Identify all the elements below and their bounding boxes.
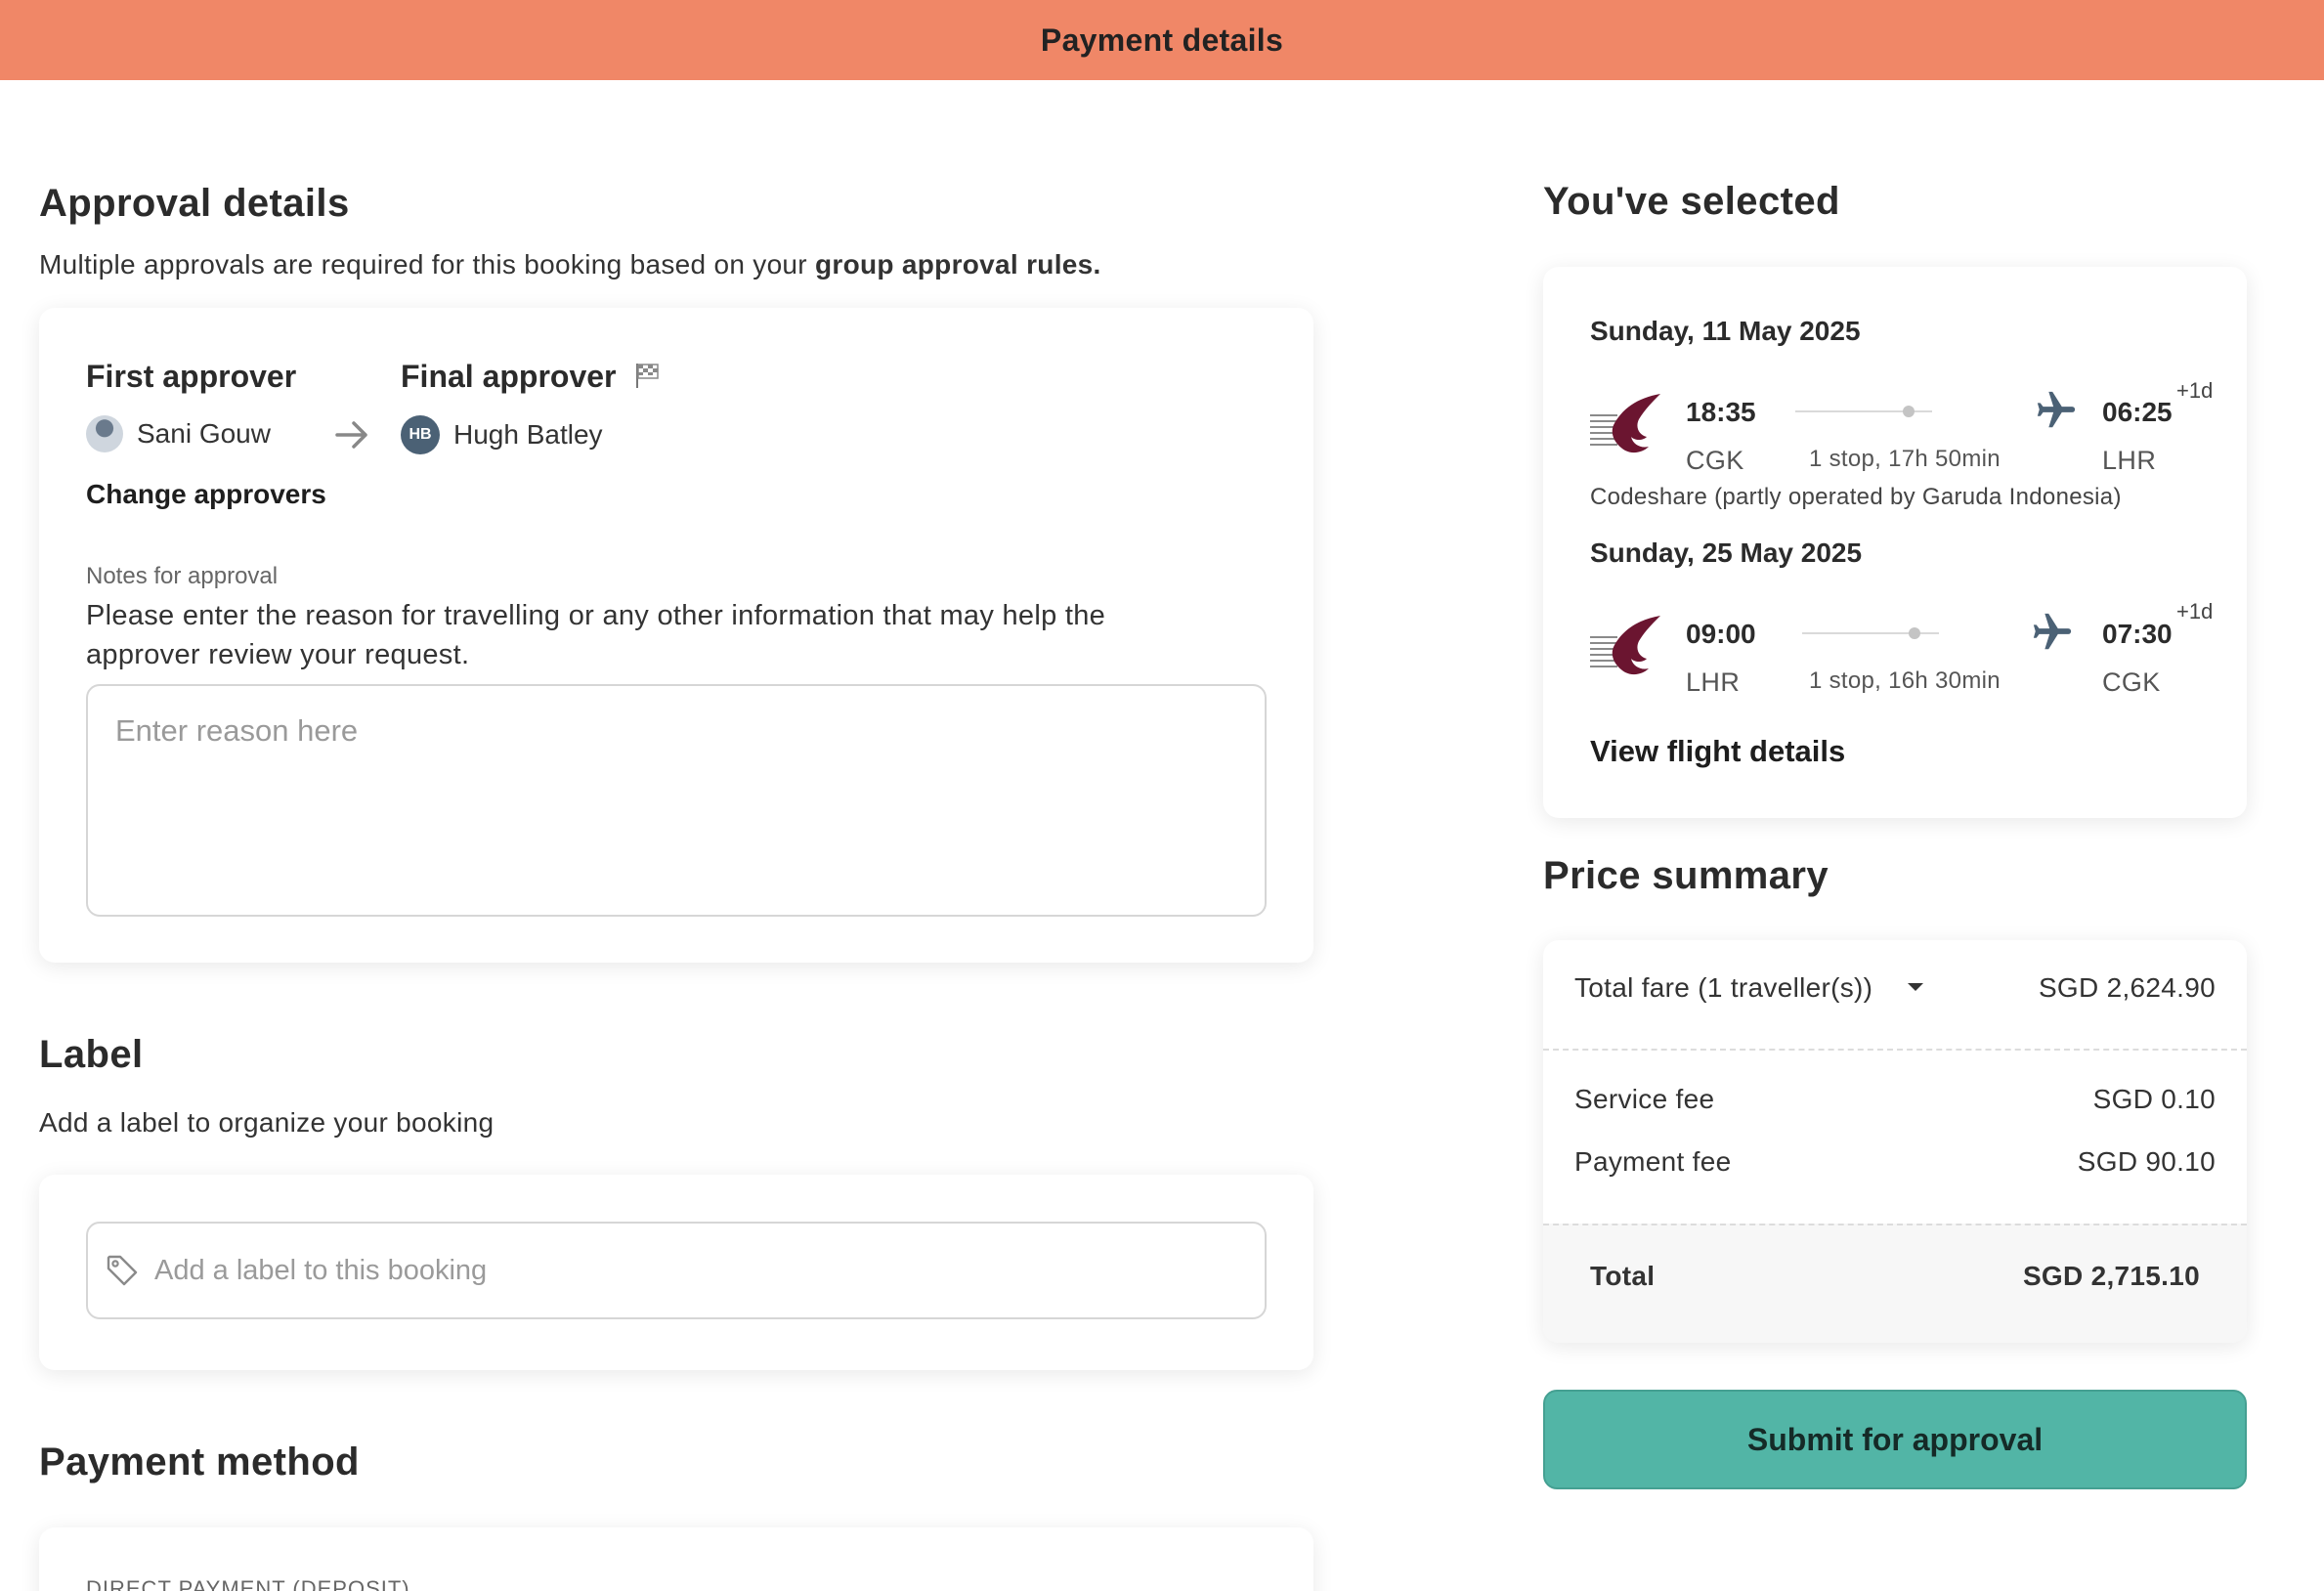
caret-down-icon xyxy=(1908,983,1924,991)
inbound-day-offset: +1d xyxy=(2176,599,2214,624)
label-title: Label xyxy=(39,1033,144,1076)
flag-icon xyxy=(636,364,660,388)
selected-title: You've selected xyxy=(1543,180,1840,223)
final-approver-label-text: Final approver xyxy=(401,359,617,394)
payment-method-title: Payment method xyxy=(39,1440,360,1484)
price-summary-card: Total fare (1 traveller(s)) SGD 2,624.90… xyxy=(1543,940,2247,1343)
divider xyxy=(1543,1224,2247,1226)
approval-subtitle-text: Multiple approvals are required for this… xyxy=(39,249,816,280)
label-field[interactable] xyxy=(86,1222,1267,1319)
approval-card: First approver Sani Gouw Final approver … xyxy=(39,308,1313,963)
label-input[interactable] xyxy=(154,1254,1132,1287)
payment-fee-label: Payment fee xyxy=(1574,1146,1732,1177)
outbound-depart-time: 18:35 xyxy=(1686,397,1756,427)
outbound-depart-code: CGK xyxy=(1686,446,1744,475)
avatar: HB xyxy=(401,415,440,454)
label-subtitle: Add a label to organize your booking xyxy=(39,1107,495,1138)
final-approver: HB Hugh Batley xyxy=(401,415,603,454)
notes-label: Notes for approval xyxy=(86,563,279,589)
view-flight-details-link[interactable]: View flight details xyxy=(1590,734,1845,769)
inbound-arrive-time: 07:30 xyxy=(2102,619,2173,649)
flight-summary-card: Sunday, 11 May 2025 18:35 CGK 1 stop, 17… xyxy=(1543,267,2247,818)
outbound-arrive-code: LHR xyxy=(2102,446,2157,475)
notes-line: approver review your request. xyxy=(86,639,470,670)
stop-dot xyxy=(1909,627,1920,639)
outbound-day-offset: +1d xyxy=(2176,378,2214,403)
final-approver-name: Hugh Batley xyxy=(453,419,603,450)
first-approver: Sani Gouw xyxy=(86,415,271,452)
approval-title: Approval details xyxy=(39,182,350,225)
qatar-airways-logo xyxy=(1590,394,1660,453)
codeshare-note: Codeshare (partly operated by Garuda Ind… xyxy=(1590,484,2122,510)
reason-textarea[interactable] xyxy=(86,684,1267,917)
total-fare-value: SGD 2,624.90 xyxy=(2038,972,2216,1003)
inbound-depart-code: LHR xyxy=(1686,667,1741,697)
tag-icon xyxy=(107,1255,138,1286)
arrow-right-icon xyxy=(335,421,367,449)
payment-card: DIRECT PAYMENT (DEPOSIT) xyxy=(39,1527,1313,1591)
divider xyxy=(1543,1049,2247,1051)
submit-for-approval-button[interactable]: Submit for approval xyxy=(1543,1390,2247,1489)
final-approver-label: Final approver xyxy=(401,359,660,395)
outbound-date: Sunday, 11 May 2025 xyxy=(1590,316,1861,346)
inbound-depart-time: 09:00 xyxy=(1686,619,1756,649)
approval-subtitle: Multiple approvals are required for this… xyxy=(39,249,1101,280)
first-approver-name: Sani Gouw xyxy=(137,418,271,449)
service-fee-value: SGD 0.10 xyxy=(2092,1084,2216,1114)
total-label: Total xyxy=(1590,1261,1656,1291)
label-card xyxy=(39,1175,1313,1370)
inbound-arrive-code: CGK xyxy=(2102,667,2161,697)
total-fare-toggle[interactable]: Total fare (1 traveller(s)) xyxy=(1574,972,1925,1004)
airplane-icon xyxy=(2033,613,2072,650)
page-title: Payment details xyxy=(1040,22,1284,58)
payment-fee-value: SGD 90.10 xyxy=(2077,1146,2216,1177)
inbound-stops: 1 stop, 16h 30min xyxy=(1809,667,2001,694)
page-header: Payment details xyxy=(0,0,2324,80)
qatar-airways-logo xyxy=(1590,616,1660,675)
stop-dot xyxy=(1903,406,1915,417)
avatar xyxy=(86,415,123,452)
price-summary-title: Price summary xyxy=(1543,854,1829,897)
inbound-date: Sunday, 25 May 2025 xyxy=(1590,538,1863,568)
outbound-arrive-time: 06:25 xyxy=(2102,397,2173,427)
notes-line: Please enter the reason for travelling o… xyxy=(86,600,1106,631)
payment-section-label: DIRECT PAYMENT (DEPOSIT) xyxy=(86,1576,410,1591)
group-approval-rules-link[interactable]: group approval rules. xyxy=(815,249,1101,280)
first-approver-label: First approver xyxy=(86,359,297,394)
outbound-stops: 1 stop, 17h 50min xyxy=(1809,446,2001,472)
notes-instructions: Please enter the reason for travelling o… xyxy=(86,596,1105,674)
service-fee-label: Service fee xyxy=(1574,1084,1715,1114)
change-approvers-link[interactable]: Change approvers xyxy=(86,479,326,510)
total-value: SGD 2,715.10 xyxy=(2022,1261,2200,1291)
total-fare-label: Total fare (1 traveller(s)) xyxy=(1574,972,1873,1003)
airplane-icon xyxy=(2037,391,2076,428)
